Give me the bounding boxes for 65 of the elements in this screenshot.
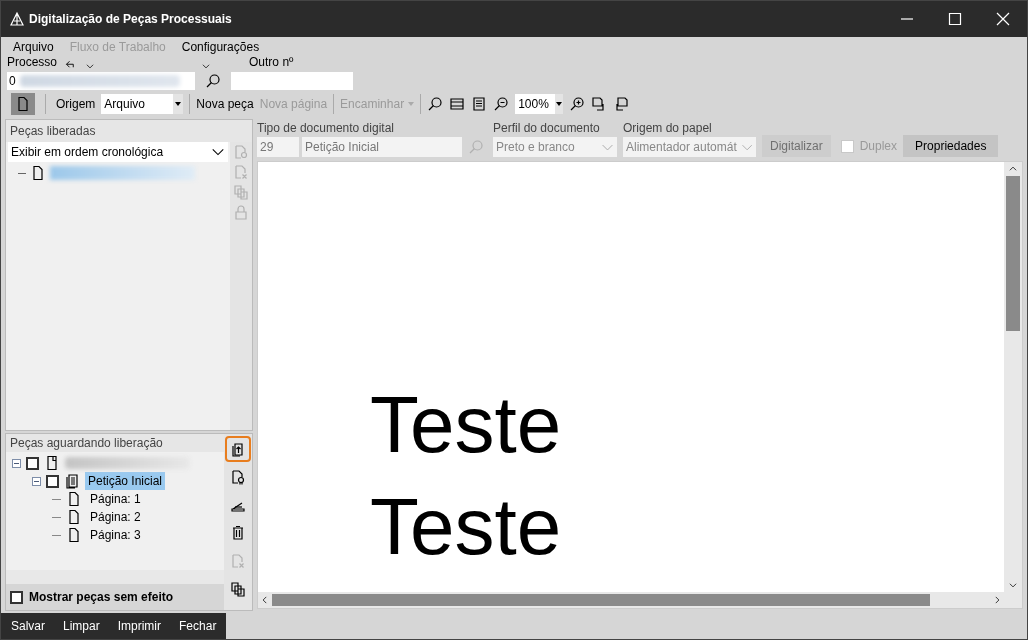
field-label: Origem: [56, 96, 96, 113]
page-icon: [66, 491, 82, 507]
field-label: Tipo de documento digital: [257, 120, 395, 137]
menu-item[interactable]: Arquivo: [13, 38, 54, 56]
scrollbar-thumb[interactable]: [272, 594, 930, 606]
type-field[interactable]: Petição Inicial: [302, 137, 462, 157]
maximize-icon[interactable]: [947, 11, 963, 27]
process-field[interactable]: 0: [7, 72, 195, 90]
tree-item[interactable]: Petição Inicial: [85, 472, 166, 490]
scrollbar-thumb[interactable]: [1006, 176, 1020, 331]
order-dropdown[interactable]: Exibir em ordem cronológica: [8, 142, 228, 162]
document-stack-icon: [64, 473, 80, 489]
page-icon: [30, 165, 46, 181]
chevron-down-icon[interactable]: [85, 61, 96, 71]
horizontal-scrollbar[interactable]: [6, 570, 224, 584]
zoom-in-icon[interactable]: [569, 96, 586, 112]
app-logo-icon: [9, 11, 25, 27]
footer-button[interactable]: Salvar: [11, 617, 45, 635]
close-icon[interactable]: [995, 11, 1011, 27]
new-part-button[interactable]: [11, 93, 35, 115]
checkbox-label[interactable]: Mostrar peças sem efeito: [29, 588, 174, 606]
chevron-down-icon[interactable]: [201, 61, 212, 71]
tree-checkbox[interactable]: [46, 474, 59, 488]
tree-checkbox[interactable]: [26, 456, 39, 470]
panel-title: Peças aguardando liberação: [10, 435, 163, 452]
panel-title: Peças liberadas: [10, 123, 96, 140]
horizontal-scrollbar[interactable]: [258, 592, 1022, 608]
window-title: Digitalização de Peças Processuais: [29, 11, 232, 28]
field-label: Perfil do documento: [493, 120, 601, 137]
other-number-field[interactable]: [231, 72, 353, 90]
footer-button[interactable]: Limpar: [63, 617, 100, 635]
footer-button[interactable]: Fechar: [179, 617, 217, 635]
search-icon[interactable]: [205, 73, 221, 89]
field-label: Processo: [7, 54, 58, 71]
zoom-dropdown[interactable]: 100%: [515, 94, 564, 114]
collapse-toggle[interactable]: [32, 476, 41, 486]
fit-page-icon[interactable]: [471, 96, 488, 112]
origin-dropdown[interactable]: Arquivo: [101, 94, 184, 114]
checkbox[interactable]: [10, 590, 23, 604]
properties-button[interactable]: Propriedades: [903, 135, 999, 157]
document-text: Teste: [370, 481, 562, 573]
caret-icon[interactable]: [556, 102, 563, 106]
collapse-toggle[interactable]: [12, 458, 21, 468]
part-icon: [44, 455, 60, 471]
tree-item[interactable]: Página: 3: [87, 526, 144, 544]
fit-width-icon[interactable]: [449, 96, 466, 112]
footer-button[interactable]: Imprimir: [117, 617, 162, 635]
type-code-field[interactable]: 29: [257, 137, 299, 157]
field-label: Origem do papel: [623, 120, 713, 137]
field-value: 0: [9, 73, 16, 90]
tree-item[interactable]: Página: 1: [87, 490, 144, 508]
search-icon[interactable]: [427, 96, 444, 112]
caret-icon[interactable]: [175, 102, 182, 106]
page-icon: [66, 527, 82, 543]
rotate-page-icon[interactable]: [613, 96, 630, 112]
document-text: Teste: [370, 379, 562, 471]
page-icon: [15, 96, 31, 112]
field-label: Outro nº: [249, 54, 294, 71]
menu-item[interactable]: Configurações: [181, 38, 260, 56]
vertical-scrollbar[interactable]: [1004, 162, 1022, 592]
zoom-out-icon[interactable]: [493, 96, 510, 112]
tree-item[interactable]: Página: 2: [87, 508, 144, 526]
page-upload-icon[interactable]: [225, 436, 251, 462]
toolbar-button[interactable]: Nova peça: [196, 95, 254, 113]
page-icon: [66, 509, 82, 525]
